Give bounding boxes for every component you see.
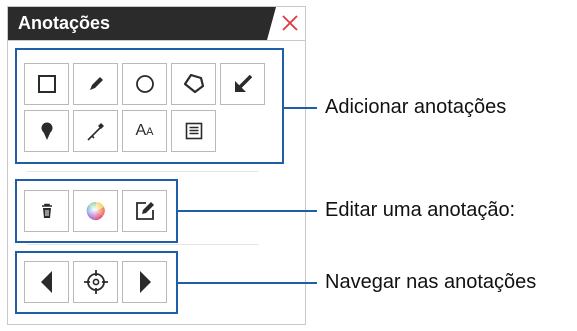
text-aa-big: A: [135, 122, 147, 139]
text-aa-small: A: [146, 126, 154, 138]
rectangle-tool-button[interactable]: [24, 63, 69, 105]
circle-icon: [135, 75, 154, 93]
pencil-tool-button[interactable]: [73, 63, 118, 105]
callout-add-annotations: Adicionar anotações: [325, 96, 507, 118]
note-lines-icon: [185, 122, 202, 140]
text-tool-button[interactable]: AA: [122, 110, 167, 152]
callout-line-add: [284, 107, 317, 109]
close-button[interactable]: [279, 12, 301, 34]
arrow-tool-button[interactable]: [220, 63, 265, 105]
edit-box-icon: [135, 202, 154, 220]
map-pin-icon: [41, 122, 52, 140]
measure-tool-button[interactable]: [73, 110, 118, 152]
polygon-icon: [183, 73, 204, 94]
triangle-left-icon: [40, 271, 52, 293]
triangle-right-icon: [139, 271, 151, 293]
panel-title: Anotações: [8, 7, 276, 40]
note-tool-button[interactable]: [171, 110, 216, 152]
separator: [27, 244, 259, 245]
arrow-down-left-icon: [234, 74, 252, 92]
measure-needle-icon: [86, 123, 104, 141]
panel-titlebar: Anotações: [8, 7, 305, 41]
delete-annotation-button[interactable]: [24, 190, 69, 232]
crosshair-icon: [83, 270, 108, 294]
square-icon: [37, 75, 56, 93]
pencil-icon: [89, 77, 103, 90]
ellipse-tool-button[interactable]: [122, 63, 167, 105]
color-annotation-button[interactable]: [73, 190, 118, 232]
close-icon: [282, 15, 298, 31]
next-annotation-button[interactable]: [122, 261, 167, 303]
color-wheel-icon: [86, 201, 105, 221]
callout-navigate-annotations: Navegar nas anotações: [325, 271, 537, 293]
text-aa-icon: AA: [135, 123, 153, 139]
previous-annotation-button[interactable]: [24, 261, 69, 303]
edit-annotation-button[interactable]: [122, 190, 167, 232]
callout-line-edit: [178, 210, 317, 212]
callout-line-navigate: [178, 282, 317, 284]
pin-tool-button[interactable]: [24, 110, 69, 152]
center-annotation-button[interactable]: [73, 261, 118, 303]
trash-icon: [41, 203, 52, 218]
separator: [27, 171, 259, 172]
polygon-tool-button[interactable]: [171, 63, 216, 105]
callout-edit-annotation: Editar uma anotação:: [325, 199, 516, 221]
